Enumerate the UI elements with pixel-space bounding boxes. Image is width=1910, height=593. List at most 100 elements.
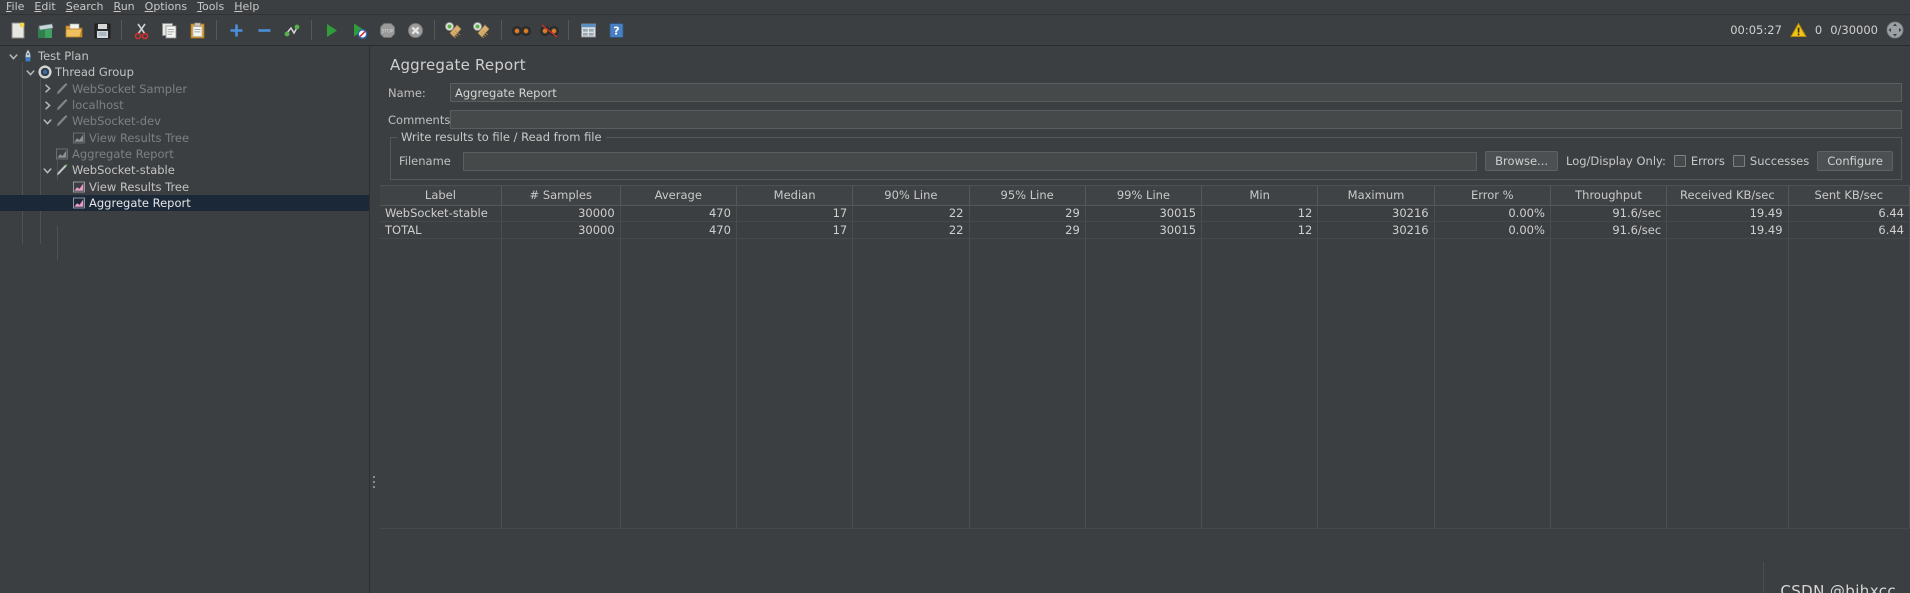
- table-column-header[interactable]: 99% Line: [1085, 186, 1203, 206]
- thread-count: 0/30000: [1830, 23, 1878, 37]
- svg-text:STOP: STOP: [381, 28, 393, 34]
- splitter-grip[interactable]: [373, 476, 375, 490]
- help-icon[interactable]: ?: [604, 18, 628, 42]
- table-column-header[interactable]: Average: [620, 186, 737, 206]
- table-cell: 30216: [1317, 205, 1435, 222]
- table-filler-cell: [1085, 238, 1203, 529]
- warning-triangle-icon[interactable]: [1790, 22, 1807, 38]
- table-column-header[interactable]: Min: [1201, 186, 1319, 206]
- chevron-down-icon[interactable]: [42, 165, 53, 176]
- table-row[interactable]: TOTAL 30000 470 17 22 29 30015 12 30216 0.00% 91.6…: [380, 221, 1910, 239]
- menu-item-tools[interactable]: Tools: [195, 0, 232, 14]
- clear-all-icon[interactable]: [470, 18, 494, 42]
- tree-item-label: WebSocket Sampler: [72, 81, 188, 96]
- filename-input[interactable]: [463, 151, 1478, 171]
- tree-item-aggregate-report[interactable]: Aggregate Report: [0, 194, 369, 211]
- start-no-pauses-icon[interactable]: [347, 18, 371, 42]
- tree-item-localhost[interactable]: localhost: [0, 97, 369, 113]
- table-column-header[interactable]: Throughput: [1550, 186, 1668, 206]
- function-helper-icon[interactable]: [576, 18, 600, 42]
- errors-checkbox-box[interactable]: [1673, 155, 1686, 167]
- run-indicator-icon[interactable]: [1886, 21, 1904, 39]
- divider: [1763, 562, 1764, 593]
- configure-button[interactable]: Configure: [1817, 151, 1893, 171]
- tree-item-label: Aggregate Report: [89, 195, 191, 210]
- name-row: Name:: [388, 83, 1910, 102]
- chevron-down-icon[interactable]: [25, 67, 36, 78]
- name-input[interactable]: [450, 83, 1902, 102]
- menu-item-help[interactable]: Help: [232, 0, 267, 14]
- errors-checkbox[interactable]: Errors: [1673, 154, 1725, 168]
- search-icon[interactable]: [509, 18, 533, 42]
- collapse-icon[interactable]: [252, 18, 276, 42]
- aggregate-report-table[interactable]: Label # Samples Average Median 90% Line 95% L…: [380, 186, 1910, 529]
- copy-icon[interactable]: [157, 18, 181, 42]
- table-cell: 0.00%: [1434, 205, 1551, 222]
- table-column-header[interactable]: Error %: [1434, 186, 1551, 206]
- tree-item-aggregate-report[interactable]: Aggregate Report: [0, 146, 369, 162]
- table-cell: 19.49: [1666, 221, 1789, 239]
- tree-item-websocket-sampler[interactable]: WebSocket Sampler: [0, 81, 369, 97]
- tree-item-test-plan[interactable]: Test Plan: [0, 48, 369, 64]
- new-icon[interactable]: [6, 18, 30, 42]
- clear-icon[interactable]: [442, 18, 466, 42]
- menu-item-edit[interactable]: Edit: [32, 0, 63, 14]
- table-column-header[interactable]: Median: [736, 186, 854, 206]
- tree-item-websocket-dev[interactable]: WebSocket-dev: [0, 113, 369, 129]
- expand-icon[interactable]: [224, 18, 248, 42]
- table-column-header[interactable]: Sent KB/sec: [1788, 186, 1910, 206]
- comments-label: Comments:: [388, 112, 455, 127]
- successes-checkbox[interactable]: Successes: [1732, 154, 1810, 168]
- test-plan-tree[interactable]: Test Plan Thread Group WebSocket Sampler lo…: [0, 46, 370, 593]
- stop-icon[interactable]: STOP: [375, 18, 399, 42]
- comments-input[interactable]: [450, 110, 1902, 129]
- table-column-header[interactable]: 90% Line: [852, 186, 970, 206]
- test-plan-icon: [21, 49, 35, 63]
- tree-item-websocket-stable[interactable]: WebSocket-stable: [0, 162, 369, 178]
- toolbar: STOP ? 00:05:27 0 0/30000: [0, 15, 1910, 46]
- table-cell: 30015: [1085, 221, 1203, 239]
- paste-icon[interactable]: [185, 18, 209, 42]
- table-column-header[interactable]: Received KB/sec: [1666, 186, 1789, 206]
- tree-item-view-results-tree[interactable]: View Results Tree: [0, 129, 369, 145]
- tree-item-view-results-tree[interactable]: View Results Tree: [0, 178, 369, 194]
- chevron-down-icon[interactable]: [42, 116, 53, 127]
- table-column-header[interactable]: # Samples: [501, 186, 621, 206]
- templates-icon[interactable]: [34, 18, 58, 42]
- successes-checkbox-label: Successes: [1749, 154, 1810, 168]
- table-column-header[interactable]: 95% Line: [969, 186, 1086, 206]
- shutdown-icon[interactable]: [403, 18, 427, 42]
- panel-splitter[interactable]: [370, 46, 378, 593]
- comments-row: Comments:: [388, 110, 1910, 129]
- table-cell: 29: [969, 221, 1086, 239]
- menu-item-run[interactable]: Run: [112, 0, 143, 14]
- start-icon[interactable]: [319, 18, 343, 42]
- open-icon[interactable]: [62, 18, 86, 42]
- chevron-right-icon[interactable]: [42, 100, 53, 111]
- table-row[interactable]: WebSocket-stable 30000 470 17 22 29 30015 12 302…: [380, 205, 1910, 222]
- tree-item-label: View Results Tree: [89, 179, 190, 194]
- table-body[interactable]: WebSocket-stable 30000 470 17 22 29 30015 12 302…: [380, 205, 1910, 529]
- menu-item-options[interactable]: Options: [143, 0, 195, 14]
- tree-item-thread-group[interactable]: Thread Group: [0, 64, 369, 80]
- table-cell: 30000: [501, 221, 621, 239]
- toggle-icon[interactable]: [280, 18, 304, 42]
- menu-item-file[interactable]: File: [4, 0, 32, 14]
- table-filler-cell: [969, 238, 1086, 529]
- table-cell: 17: [736, 205, 854, 222]
- cut-icon[interactable]: [129, 18, 153, 42]
- group-title: Write results to file / Read from file: [401, 129, 602, 144]
- aggregate-report-table-wrap[interactable]: Label # Samples Average Median 90% Line 95% L…: [380, 185, 1910, 593]
- browse-button[interactable]: Browse...: [1485, 151, 1559, 171]
- successes-checkbox-box[interactable]: [1732, 155, 1745, 167]
- table-cell: 12: [1201, 221, 1319, 239]
- chevron-down-icon[interactable]: [8, 51, 19, 62]
- menu-item-search[interactable]: Search: [64, 0, 112, 14]
- twisty-placeholder: [42, 148, 53, 159]
- table-column-header[interactable]: Label: [380, 186, 502, 206]
- table-column-header[interactable]: Maximum: [1317, 186, 1435, 206]
- save-icon[interactable]: [90, 18, 114, 42]
- chevron-right-icon[interactable]: [42, 83, 53, 94]
- search-reset-icon[interactable]: [537, 18, 561, 42]
- filename-label: Filename: [399, 154, 451, 168]
